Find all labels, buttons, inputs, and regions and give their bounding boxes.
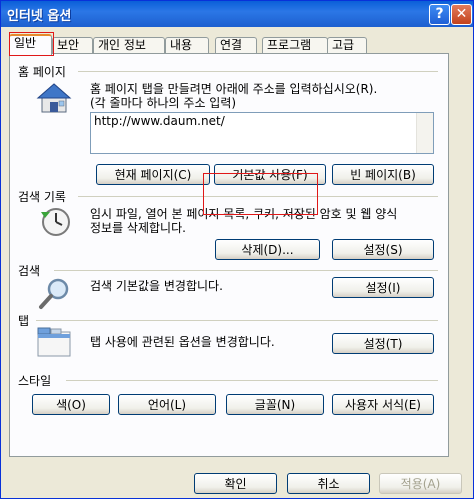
- general-tab-highlight: [9, 32, 54, 56]
- tab-content[interactable]: 내용: [165, 37, 209, 54]
- languages-button[interactable]: 언어(L): [118, 394, 216, 415]
- use-blank-button[interactable]: 빈 페이지(B): [332, 164, 434, 185]
- tabs-group-line: [36, 320, 438, 321]
- general-tab-panel: 홈 페이지 홈 페이지 탭을 만들려면 아래에 주소를 입력하십시오(R). (…: [9, 53, 449, 457]
- delete-history-button[interactable]: 삭제(D)...: [215, 239, 320, 260]
- search-group-line: [54, 270, 438, 271]
- search-group-label: 검색: [18, 264, 41, 278]
- title-bar[interactable]: 인터넷 옵션 ? ✕: [1, 1, 473, 27]
- ok-button[interactable]: 확인: [194, 473, 277, 494]
- home-group-line: [78, 71, 438, 72]
- accessibility-button[interactable]: 사용자 서식(E): [332, 394, 434, 415]
- home-page-address-input[interactable]: http://www.daum.net/: [90, 112, 434, 154]
- search-desc: 검색 기본값을 변경합니다.: [90, 279, 223, 293]
- search-settings-button[interactable]: 설정(I): [332, 277, 434, 298]
- cancel-button[interactable]: 취소: [287, 473, 370, 494]
- tab-connections[interactable]: 연결: [215, 37, 257, 54]
- home-address-scrollbar[interactable]: [416, 113, 433, 153]
- help-icon[interactable]: ?: [429, 4, 450, 25]
- tab-advanced[interactable]: 고급: [327, 37, 367, 54]
- home-desc-line2: (각 줄마다 하나의 주소 입력): [90, 96, 237, 110]
- use-current-button[interactable]: 현재 페이지(C): [96, 164, 210, 185]
- style-group-label: 스타일: [18, 374, 52, 388]
- tabs-desc: 탭 사용에 관련된 옵션을 변경합니다.: [90, 335, 275, 349]
- tab-security[interactable]: 보안: [52, 37, 93, 54]
- home-group-label: 홈 페이지: [18, 65, 66, 79]
- tabs-group-label: 탭: [18, 314, 30, 328]
- magnifier-icon: [38, 276, 72, 313]
- tabs-settings-button[interactable]: 설정(T): [332, 333, 434, 354]
- clock-icon: [38, 204, 72, 241]
- style-group-line: [66, 380, 438, 381]
- fonts-button[interactable]: 글꼴(N): [226, 394, 324, 415]
- window-title: 인터넷 옵션: [7, 9, 72, 24]
- tabs-icon: [36, 326, 72, 361]
- tab-programs[interactable]: 프로그램: [262, 37, 328, 54]
- house-icon: [36, 82, 72, 117]
- close-icon[interactable]: ✕: [451, 4, 472, 25]
- history-desc-line2: 정보를 삭제합니다.: [90, 221, 186, 235]
- internet-options-window: 인터넷 옵션 ? ✕ 일반 보안 개인 정보 내용 연결 프로그램 고급 홈 페…: [0, 0, 474, 499]
- tab-privacy[interactable]: 개인 정보: [93, 37, 165, 54]
- apply-button[interactable]: 적용(A): [379, 473, 462, 494]
- delete-button-highlight: [203, 173, 318, 215]
- home-desc-line1: 홈 페이지 탭을 만들려면 아래에 주소를 입력하십시오(R).: [90, 82, 378, 96]
- history-group-label: 검색 기록: [18, 190, 66, 204]
- colors-button[interactable]: 색(O): [32, 394, 110, 415]
- history-settings-button[interactable]: 설정(S): [332, 239, 434, 260]
